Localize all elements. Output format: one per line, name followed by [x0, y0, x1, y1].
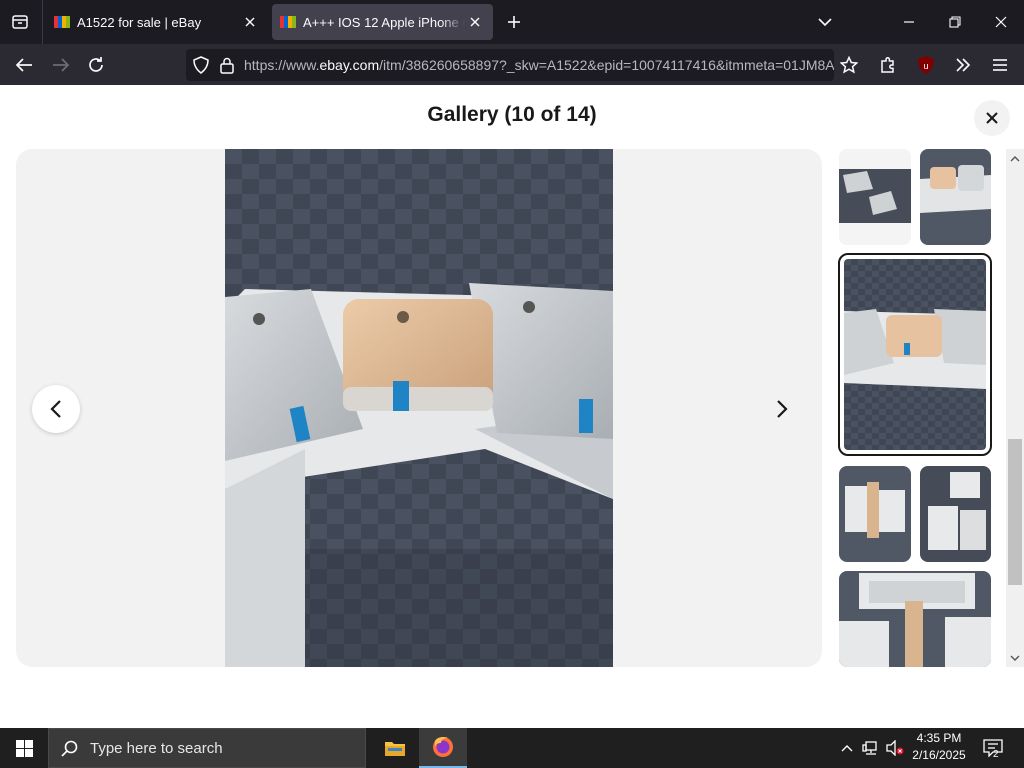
forward-arrow-icon: [53, 58, 70, 72]
volume-button[interactable]: [884, 728, 906, 768]
tab-close-button[interactable]: [465, 12, 485, 32]
back-button[interactable]: [9, 50, 39, 80]
back-arrow-icon: [15, 58, 32, 72]
thumbnail-image: [844, 259, 986, 450]
forward-button[interactable]: [46, 50, 76, 80]
chevron-down-icon: [818, 18, 832, 27]
ublock-shield-icon: u: [918, 56, 934, 74]
thumbnail-image: [839, 571, 991, 667]
minimize-button[interactable]: [886, 4, 932, 40]
reload-icon: [89, 57, 103, 72]
gallery-thumbnail[interactable]: [839, 149, 911, 245]
hamburger-menu-icon: [993, 59, 1007, 71]
gallery-scrollbar-thumb[interactable]: [1008, 439, 1022, 585]
url-text: https://www.ebay.com/itm/386260658897?_s…: [244, 57, 834, 73]
chevron-right-icon: [777, 400, 788, 418]
overflow-toolbar-button[interactable]: [948, 50, 978, 80]
windows-logo-icon: [15, 739, 33, 757]
taskbar-clock[interactable]: 4:35 PM 2/16/2025: [904, 730, 974, 764]
extensions-button[interactable]: [873, 50, 903, 80]
notification-count: 2: [993, 749, 999, 760]
lock-icon: [220, 57, 234, 74]
tab-ebay-listing[interactable]: A+++ IOS 12 Apple iPhone 6 + 16GB: [272, 4, 493, 40]
tab-separator: [42, 0, 43, 44]
window-close-button[interactable]: [978, 4, 1024, 40]
gallery-title: Gallery (10 of 14): [427, 103, 597, 126]
clock-time: 4:35 PM: [916, 731, 962, 745]
network-button[interactable]: [860, 728, 882, 768]
iphones-photo: [225, 149, 613, 667]
folder-icon: [385, 742, 405, 756]
ebay-favicon-icon: [54, 16, 70, 28]
tab-close-button[interactable]: [240, 12, 260, 32]
chevron-down-icon: [1010, 655, 1020, 661]
search-placeholder: Type here to search: [90, 739, 223, 757]
ebay-favicon-icon: [280, 16, 296, 28]
site-info-button[interactable]: [216, 54, 238, 76]
address-bar[interactable]: https://www.ebay.com/itm/386260658897?_s…: [186, 49, 834, 81]
navigation-toolbar: https://www.ebay.com/itm/386260658897?_s…: [0, 44, 1024, 107]
gallery-thumbnail[interactable]: [839, 571, 991, 667]
ublock-extension-button[interactable]: u: [911, 50, 941, 80]
gallery-thumbnail[interactable]: [920, 466, 991, 562]
tab-title: A+++ IOS 12 Apple iPhone 6 + 16GB: [303, 14, 465, 30]
restore-button[interactable]: [932, 4, 978, 40]
firefox-taskbar-button[interactable]: [419, 728, 467, 768]
notification-center-button[interactable]: [978, 728, 1008, 768]
thumbnail-image: [839, 466, 911, 562]
tab-overflow-button[interactable]: [802, 4, 848, 40]
main-gallery-image[interactable]: [225, 149, 613, 667]
double-chevron-icon: [956, 58, 971, 72]
bookmark-button[interactable]: [834, 50, 864, 80]
gallery-thumbnail[interactable]: [839, 466, 911, 562]
chevron-up-icon: [1010, 155, 1020, 161]
close-gallery-button[interactable]: [974, 100, 1010, 136]
tab-list-icon: [12, 15, 28, 29]
star-icon: [840, 56, 858, 74]
puzzle-icon: [881, 57, 894, 73]
tracking-protection-button[interactable]: [190, 54, 212, 76]
scroll-down-button[interactable]: [1008, 651, 1022, 665]
new-tab-button[interactable]: [502, 10, 526, 34]
shield-icon: [193, 56, 209, 74]
close-icon: [245, 17, 255, 27]
close-icon: [995, 16, 1007, 28]
plus-icon: [508, 16, 520, 28]
application-menu-button[interactable]: [985, 50, 1015, 80]
previous-image-button[interactable]: [32, 385, 80, 433]
close-icon: [986, 112, 998, 124]
thumbnail-image: [920, 466, 991, 562]
gallery-thumbnail[interactable]: [920, 149, 991, 245]
tab-list-button[interactable]: [6, 8, 34, 36]
chevron-left-icon: [50, 400, 61, 418]
minimize-icon: [904, 21, 914, 23]
reload-button[interactable]: [81, 50, 111, 80]
search-icon: [61, 740, 78, 757]
next-image-button[interactable]: [758, 385, 806, 433]
thumbnail-image: [839, 149, 911, 245]
gallery-scrollbar-track[interactable]: [1006, 149, 1024, 667]
firefox-icon: [433, 737, 453, 757]
windows-taskbar: Type here to search 4:35 PM 2/16/2025 2: [0, 728, 1024, 768]
tab-strip: A1522 for sale | eBay A+++ IOS 12 Apple …: [0, 0, 1024, 44]
gallery-page: Gallery (10 of 14): [0, 85, 1024, 728]
chevron-up-icon: [841, 745, 853, 752]
start-button[interactable]: [0, 728, 48, 768]
gallery-viewer: [16, 149, 822, 667]
tab-ebay-search[interactable]: A1522 for sale | eBay: [46, 4, 268, 40]
taskbar-search-box[interactable]: Type here to search: [48, 728, 366, 768]
close-icon: [470, 17, 480, 27]
file-explorer-button[interactable]: [371, 728, 419, 768]
tab-title: A1522 for sale | eBay: [77, 14, 202, 30]
clock-date: 2/16/2025: [912, 748, 966, 762]
restore-icon: [949, 16, 961, 28]
network-icon: [862, 740, 877, 755]
scroll-up-button[interactable]: [1008, 151, 1022, 165]
show-hidden-icons-button[interactable]: [838, 728, 856, 768]
svg-text:u: u: [923, 61, 928, 71]
gallery-thumbnail-selected[interactable]: [838, 253, 992, 456]
volume-muted-icon: [886, 740, 904, 756]
thumbnail-image: [920, 149, 991, 245]
